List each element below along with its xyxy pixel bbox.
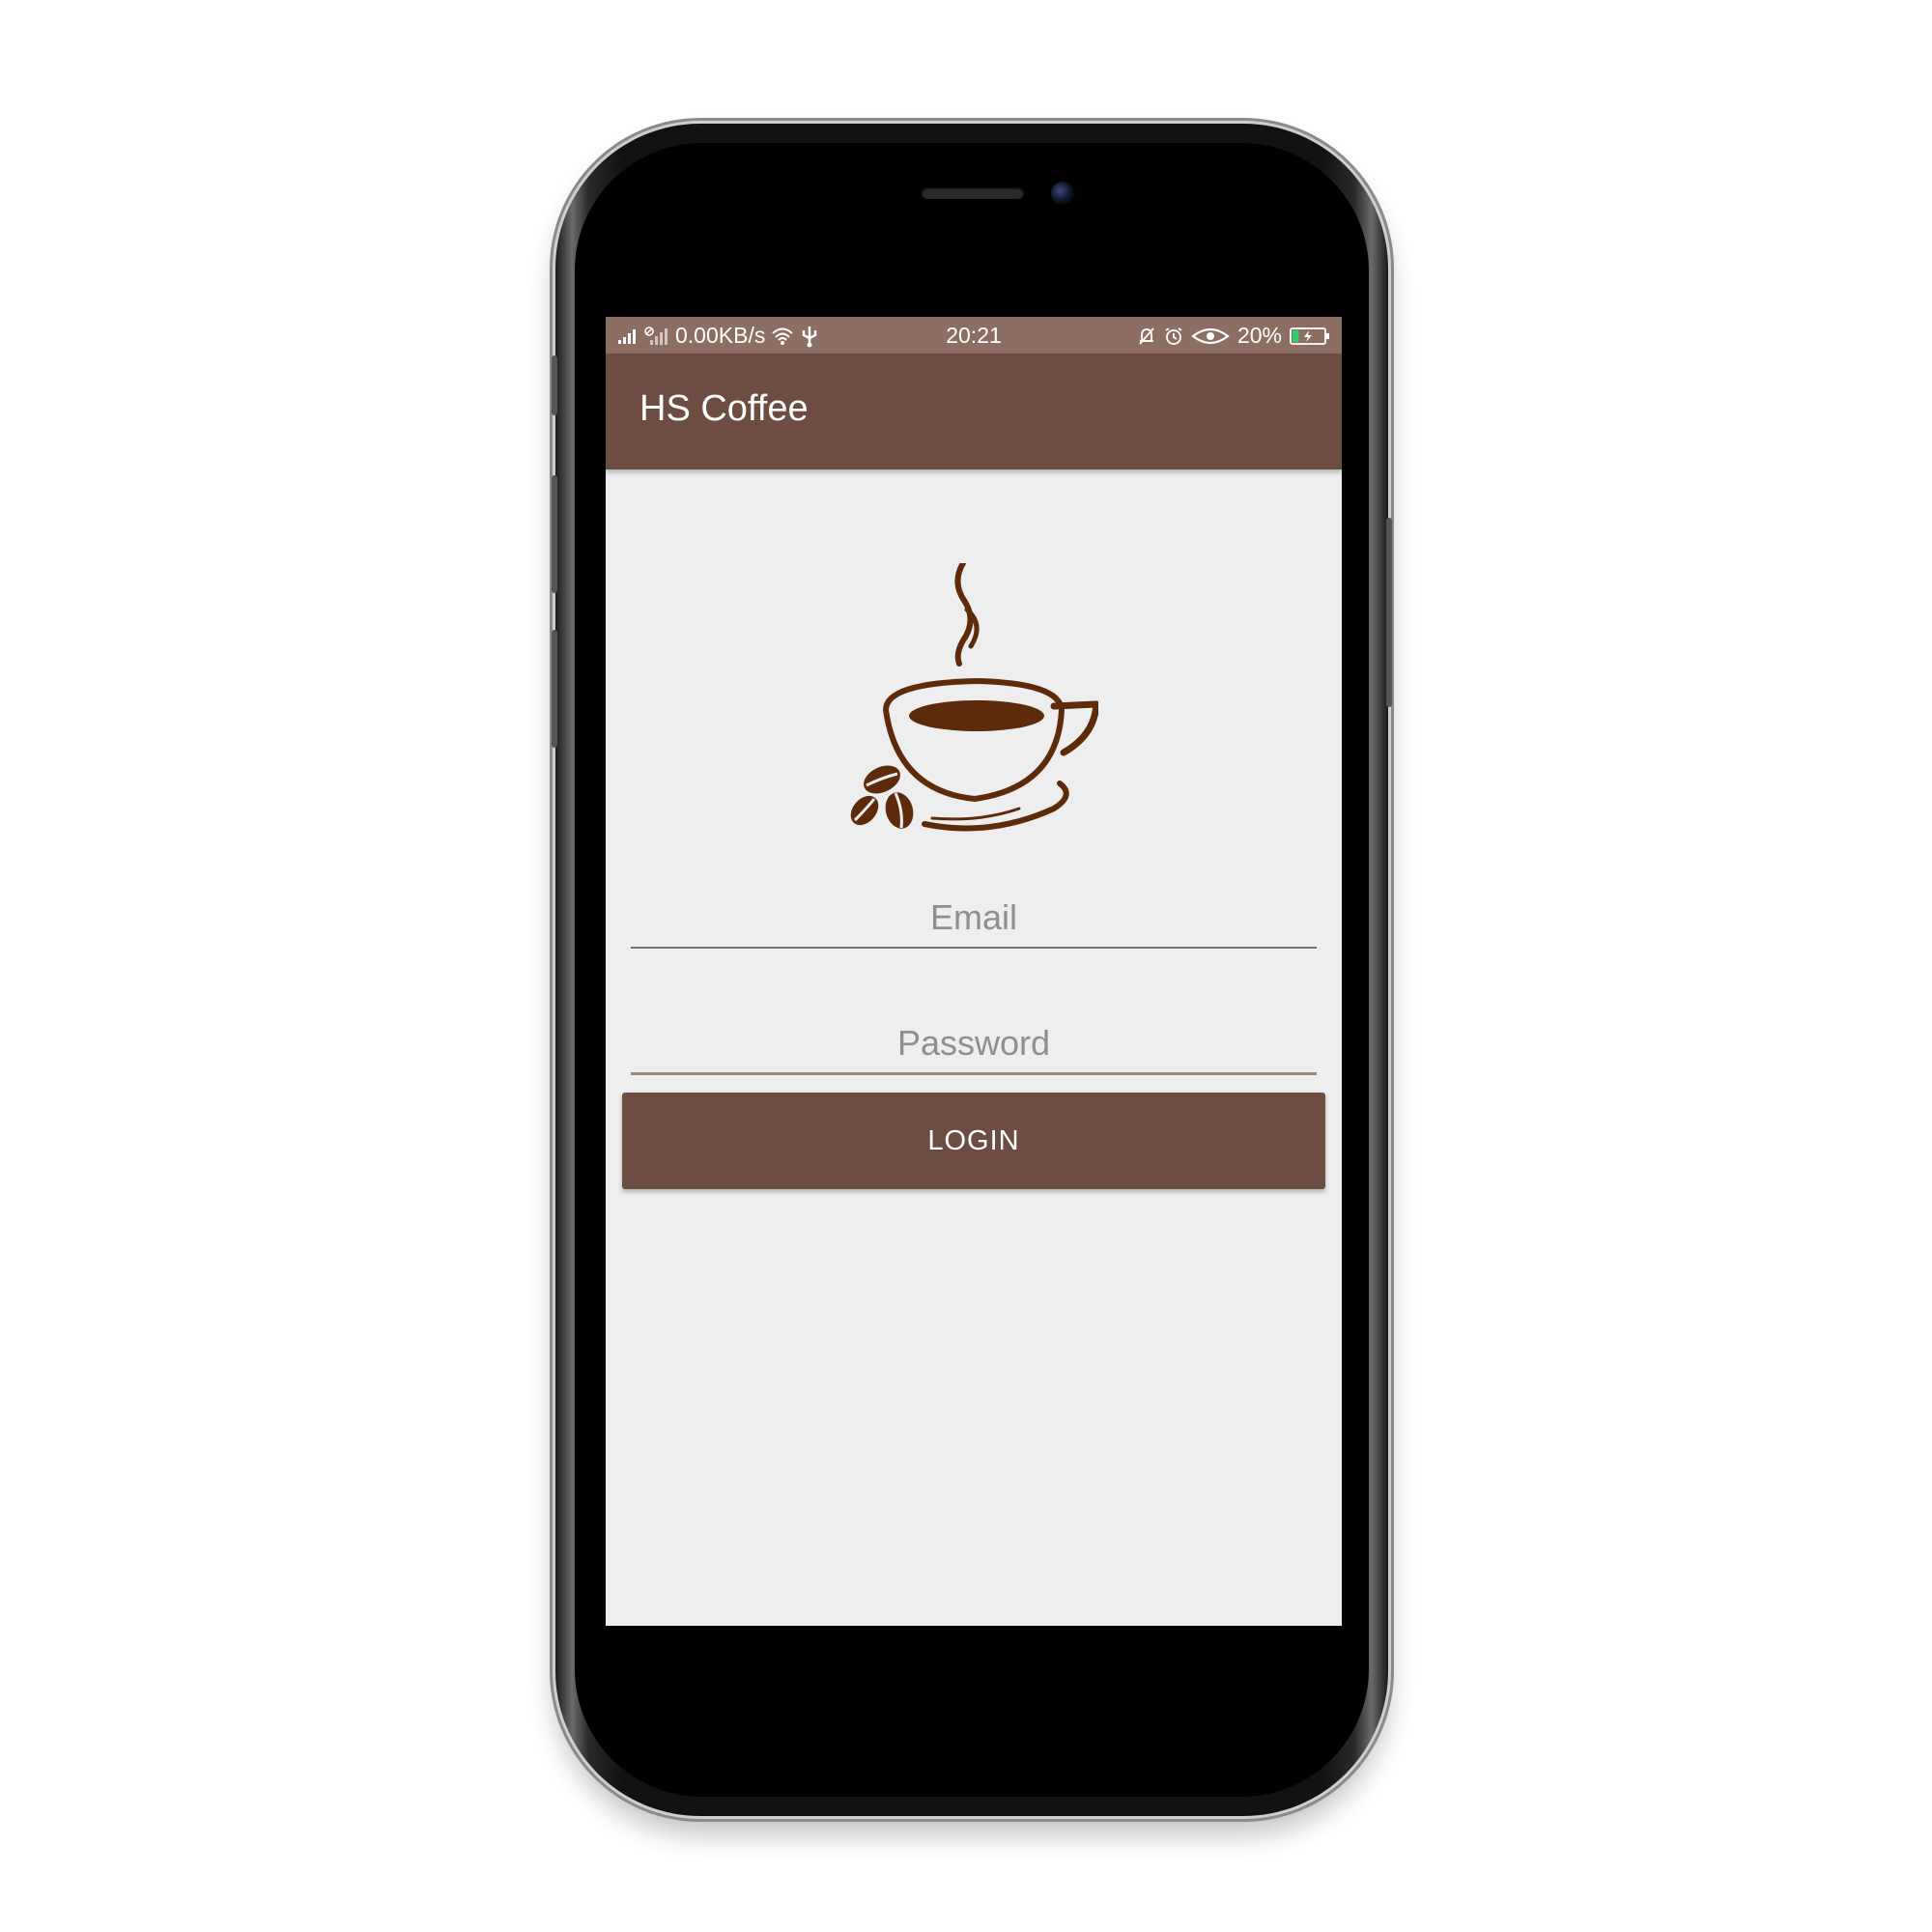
password-field[interactable] [631, 1014, 1317, 1075]
app-title: HS Coffee [639, 388, 809, 429]
status-bar: 0.00KB/s 20:21 20% [606, 317, 1342, 354]
phone-side-button [552, 630, 557, 748]
battery-icon [1290, 327, 1330, 346]
steam-icon [954, 563, 980, 667]
battery-percent: 20% [1236, 323, 1282, 348]
app-bar: HS Coffee [606, 354, 1342, 469]
phone-speaker [922, 187, 1024, 199]
silent-bell-icon [1137, 327, 1156, 346]
alarm-icon [1164, 327, 1183, 346]
login-button[interactable]: LOGIN [622, 1093, 1325, 1189]
coffee-beans-icon [850, 765, 914, 829]
phone-camera [1051, 182, 1074, 205]
phone-side-button [1386, 518, 1392, 707]
app-screen: 0.00KB/s 20:21 20% HS Coffee Email LOGIN [606, 317, 1342, 1626]
coffee-cup-logo [850, 563, 1098, 832]
eye-icon [1191, 327, 1230, 346]
phone-side-button [552, 355, 557, 415]
email-field[interactable] [631, 889, 1317, 949]
phone-side-button [552, 475, 557, 593]
coffee-cup-icon [882, 677, 1098, 832]
status-right: 20% [1137, 323, 1330, 349]
